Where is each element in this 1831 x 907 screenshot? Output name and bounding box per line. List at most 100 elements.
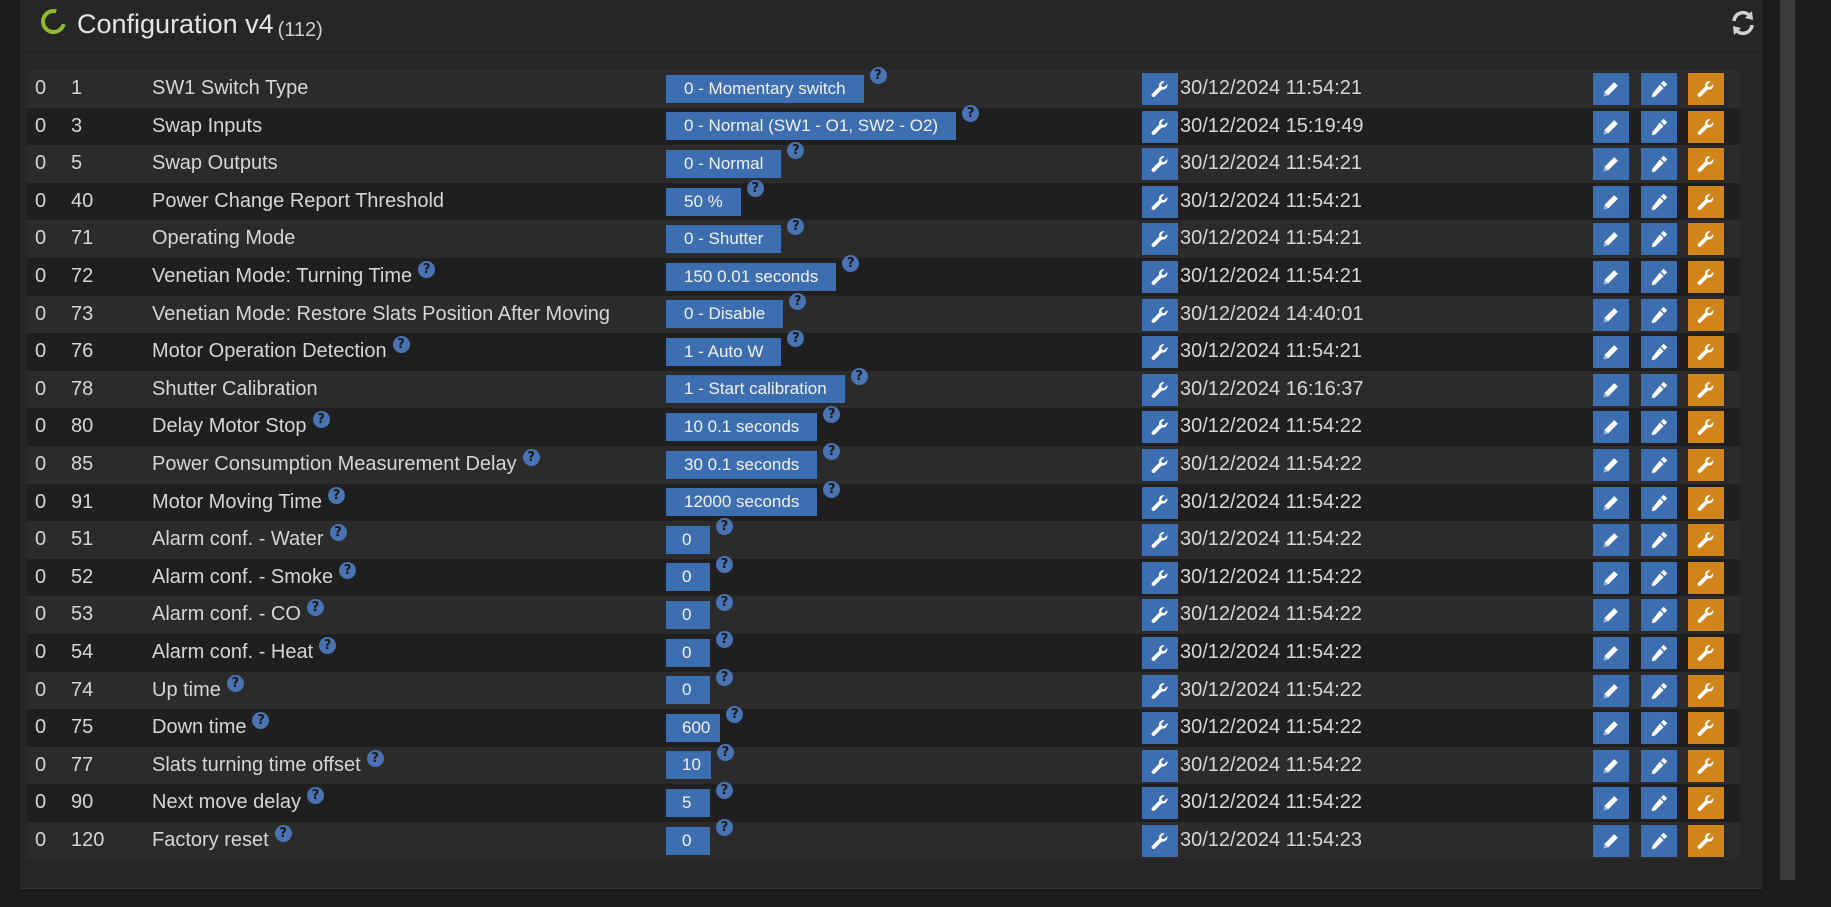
pencil-icon[interactable]: [1593, 486, 1629, 519]
parameter-value-button[interactable]: 50 %: [666, 187, 741, 216]
parameter-value-button[interactable]: 0 - Normal (SW1 - O1, SW2 - O2): [666, 112, 957, 141]
wrench-icon[interactable]: [1142, 486, 1178, 519]
help-icon[interactable]: ?: [716, 668, 733, 686]
help-icon[interactable]: ?: [716, 781, 733, 799]
help-icon[interactable]: ?: [366, 749, 384, 767]
pencil-icon[interactable]: [1593, 110, 1629, 143]
pencil-icon[interactable]: [1593, 73, 1629, 105]
eyedropper-icon[interactable]: [1641, 336, 1677, 369]
pencil-icon[interactable]: [1593, 373, 1629, 406]
parameter-value-button[interactable]: 0 - Momentary switch: [666, 74, 864, 103]
eyedropper-icon[interactable]: [1641, 260, 1677, 293]
help-icon[interactable]: ?: [716, 819, 733, 837]
wrench-icon[interactable]: [1688, 749, 1724, 782]
wrench-icon[interactable]: [1688, 411, 1724, 444]
wrench-icon[interactable]: [1688, 448, 1724, 481]
help-icon[interactable]: ?: [787, 142, 805, 160]
help-icon[interactable]: ?: [319, 636, 337, 654]
wrench-icon[interactable]: [1688, 636, 1724, 669]
parameter-value-button[interactable]: 0: [666, 525, 710, 554]
eyedropper-icon[interactable]: [1641, 148, 1677, 181]
help-icon[interactable]: ?: [716, 631, 733, 649]
pencil-icon[interactable]: [1593, 336, 1629, 369]
parameter-value-button[interactable]: 150 0.01 seconds: [666, 262, 837, 291]
help-icon[interactable]: ?: [823, 480, 841, 498]
help-icon[interactable]: ?: [418, 260, 436, 278]
eyedropper-icon[interactable]: [1641, 223, 1677, 256]
wrench-icon[interactable]: [1142, 223, 1178, 256]
help-icon[interactable]: ?: [789, 292, 807, 310]
wrench-icon[interactable]: [1688, 223, 1724, 256]
wrench-icon[interactable]: [1688, 712, 1724, 745]
wrench-icon[interactable]: [1688, 599, 1724, 632]
help-icon[interactable]: ?: [787, 217, 805, 235]
wrench-icon[interactable]: [1142, 185, 1178, 218]
pencil-icon[interactable]: [1593, 524, 1629, 557]
eyedropper-icon[interactable]: [1641, 373, 1677, 406]
parameter-value-button[interactable]: 0 - Disable: [666, 300, 784, 329]
wrench-icon[interactable]: [1142, 636, 1178, 669]
help-icon[interactable]: ?: [392, 336, 410, 354]
parameter-value-button[interactable]: 12000 seconds: [666, 488, 818, 517]
help-icon[interactable]: ?: [716, 743, 734, 761]
wrench-icon[interactable]: [1688, 110, 1724, 143]
help-icon[interactable]: ?: [339, 561, 357, 579]
wrench-icon[interactable]: [1142, 599, 1178, 632]
eyedropper-icon[interactable]: [1641, 298, 1677, 331]
vertical-scrollbar[interactable]: [1780, 0, 1795, 880]
help-icon[interactable]: ?: [522, 448, 540, 466]
wrench-icon[interactable]: [1142, 448, 1178, 481]
pencil-icon[interactable]: [1593, 674, 1629, 707]
eyedropper-icon[interactable]: [1641, 674, 1677, 707]
eyedropper-icon[interactable]: [1641, 599, 1677, 632]
pencil-icon[interactable]: [1593, 448, 1629, 481]
help-icon[interactable]: ?: [787, 330, 805, 348]
parameter-value-button[interactable]: 1 - Auto W: [666, 337, 782, 366]
help-icon[interactable]: ?: [306, 599, 324, 617]
wrench-icon[interactable]: [1142, 260, 1178, 293]
wrench-icon[interactable]: [1142, 824, 1178, 857]
wrench-icon[interactable]: [1142, 787, 1178, 820]
help-icon[interactable]: ?: [328, 486, 346, 504]
wrench-icon[interactable]: [1688, 260, 1724, 293]
wrench-icon[interactable]: [1688, 561, 1724, 594]
help-icon[interactable]: ?: [842, 255, 860, 273]
parameter-value-button[interactable]: 5: [666, 789, 710, 817]
pencil-icon[interactable]: [1593, 599, 1629, 632]
help-icon[interactable]: ?: [869, 67, 887, 85]
wrench-icon[interactable]: [1142, 298, 1178, 331]
wrench-icon[interactable]: [1688, 73, 1724, 105]
parameter-value-button[interactable]: 0 - Shutter: [666, 225, 782, 254]
help-icon[interactable]: ?: [274, 824, 292, 842]
help-icon[interactable]: ?: [726, 706, 744, 724]
help-icon[interactable]: ?: [252, 712, 270, 730]
help-icon[interactable]: ?: [746, 180, 764, 197]
pencil-icon[interactable]: [1593, 712, 1629, 745]
parameter-value-button[interactable]: 0: [666, 676, 710, 705]
help-icon[interactable]: ?: [226, 674, 244, 692]
eyedropper-icon[interactable]: [1641, 749, 1677, 782]
wrench-icon[interactable]: [1142, 561, 1178, 594]
help-icon[interactable]: ?: [716, 518, 733, 536]
wrench-icon[interactable]: [1688, 787, 1724, 820]
pencil-icon[interactable]: [1593, 298, 1629, 331]
wrench-icon[interactable]: [1688, 524, 1724, 557]
pencil-icon[interactable]: [1593, 824, 1629, 857]
help-icon[interactable]: ?: [329, 524, 347, 542]
eyedropper-icon[interactable]: [1641, 824, 1677, 857]
parameter-value-button[interactable]: 30 0.1 seconds: [666, 450, 818, 479]
wrench-icon[interactable]: [1688, 824, 1724, 857]
pencil-icon[interactable]: [1593, 411, 1629, 444]
wrench-icon[interactable]: [1688, 298, 1724, 331]
parameter-value-button[interactable]: 10: [666, 751, 711, 780]
eyedropper-icon[interactable]: [1641, 110, 1677, 143]
eyedropper-icon[interactable]: [1641, 561, 1677, 594]
help-icon[interactable]: ?: [716, 555, 733, 573]
pencil-icon[interactable]: [1593, 260, 1629, 293]
parameter-value-button[interactable]: 0: [666, 601, 710, 630]
eyedropper-icon[interactable]: [1641, 524, 1677, 557]
eyedropper-icon[interactable]: [1641, 185, 1677, 218]
wrench-icon[interactable]: [1688, 148, 1724, 181]
pencil-icon[interactable]: [1593, 561, 1629, 594]
wrench-icon[interactable]: [1688, 373, 1724, 406]
